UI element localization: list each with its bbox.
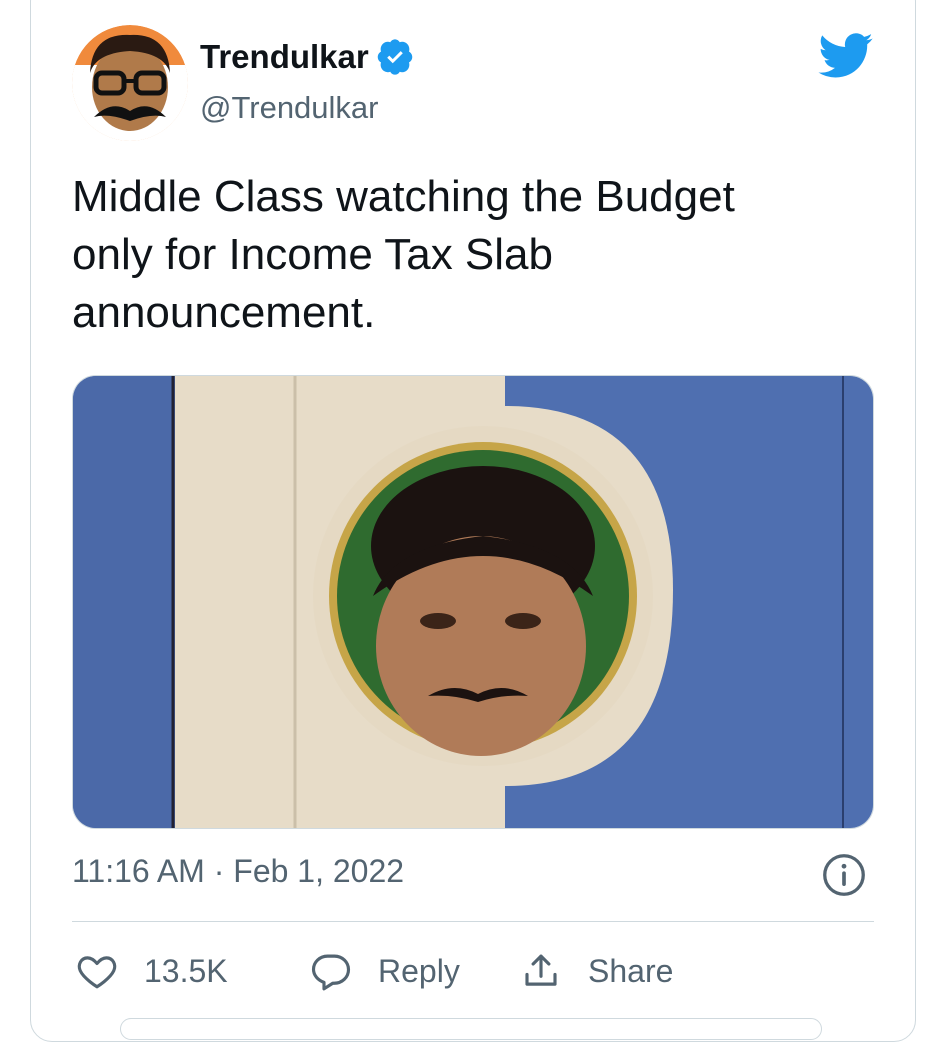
share-button[interactable]: Share [520, 950, 673, 992]
like-button[interactable]: 13.5K [76, 950, 228, 992]
twitter-bird-icon[interactable] [818, 33, 874, 79]
tweet-timestamp[interactable]: 11:16 AM · Feb 1, 2022 [72, 853, 404, 890]
reply-label: Reply [378, 952, 460, 989]
avatar[interactable] [72, 25, 188, 141]
reply-button[interactable]: Reply [310, 950, 460, 992]
share-label: Share [588, 952, 674, 989]
bottom-control[interactable] [120, 1018, 822, 1040]
author-row: Trendulkar [200, 38, 413, 76]
share-icon [525, 954, 557, 986]
tweet-text-line: announcement. [72, 288, 376, 337]
display-name[interactable]: Trendulkar [200, 38, 369, 76]
speech-bubble-icon [311, 954, 351, 991]
tweet-text: Middle Class watching the Budget only fo… [72, 168, 872, 342]
divider [72, 921, 874, 922]
tweet-text-line: only for Income Tax Slab [72, 230, 553, 279]
verified-badge-icon [377, 39, 412, 75]
tweet-text-line: Middle Class watching the Budget [72, 172, 735, 221]
info-icon[interactable] [822, 853, 866, 897]
like-count: 13.5K [144, 952, 228, 989]
handle[interactable]: @Trendulkar [200, 90, 379, 126]
tweet-media-image[interactable] [72, 375, 874, 829]
heart-icon [77, 956, 117, 989]
